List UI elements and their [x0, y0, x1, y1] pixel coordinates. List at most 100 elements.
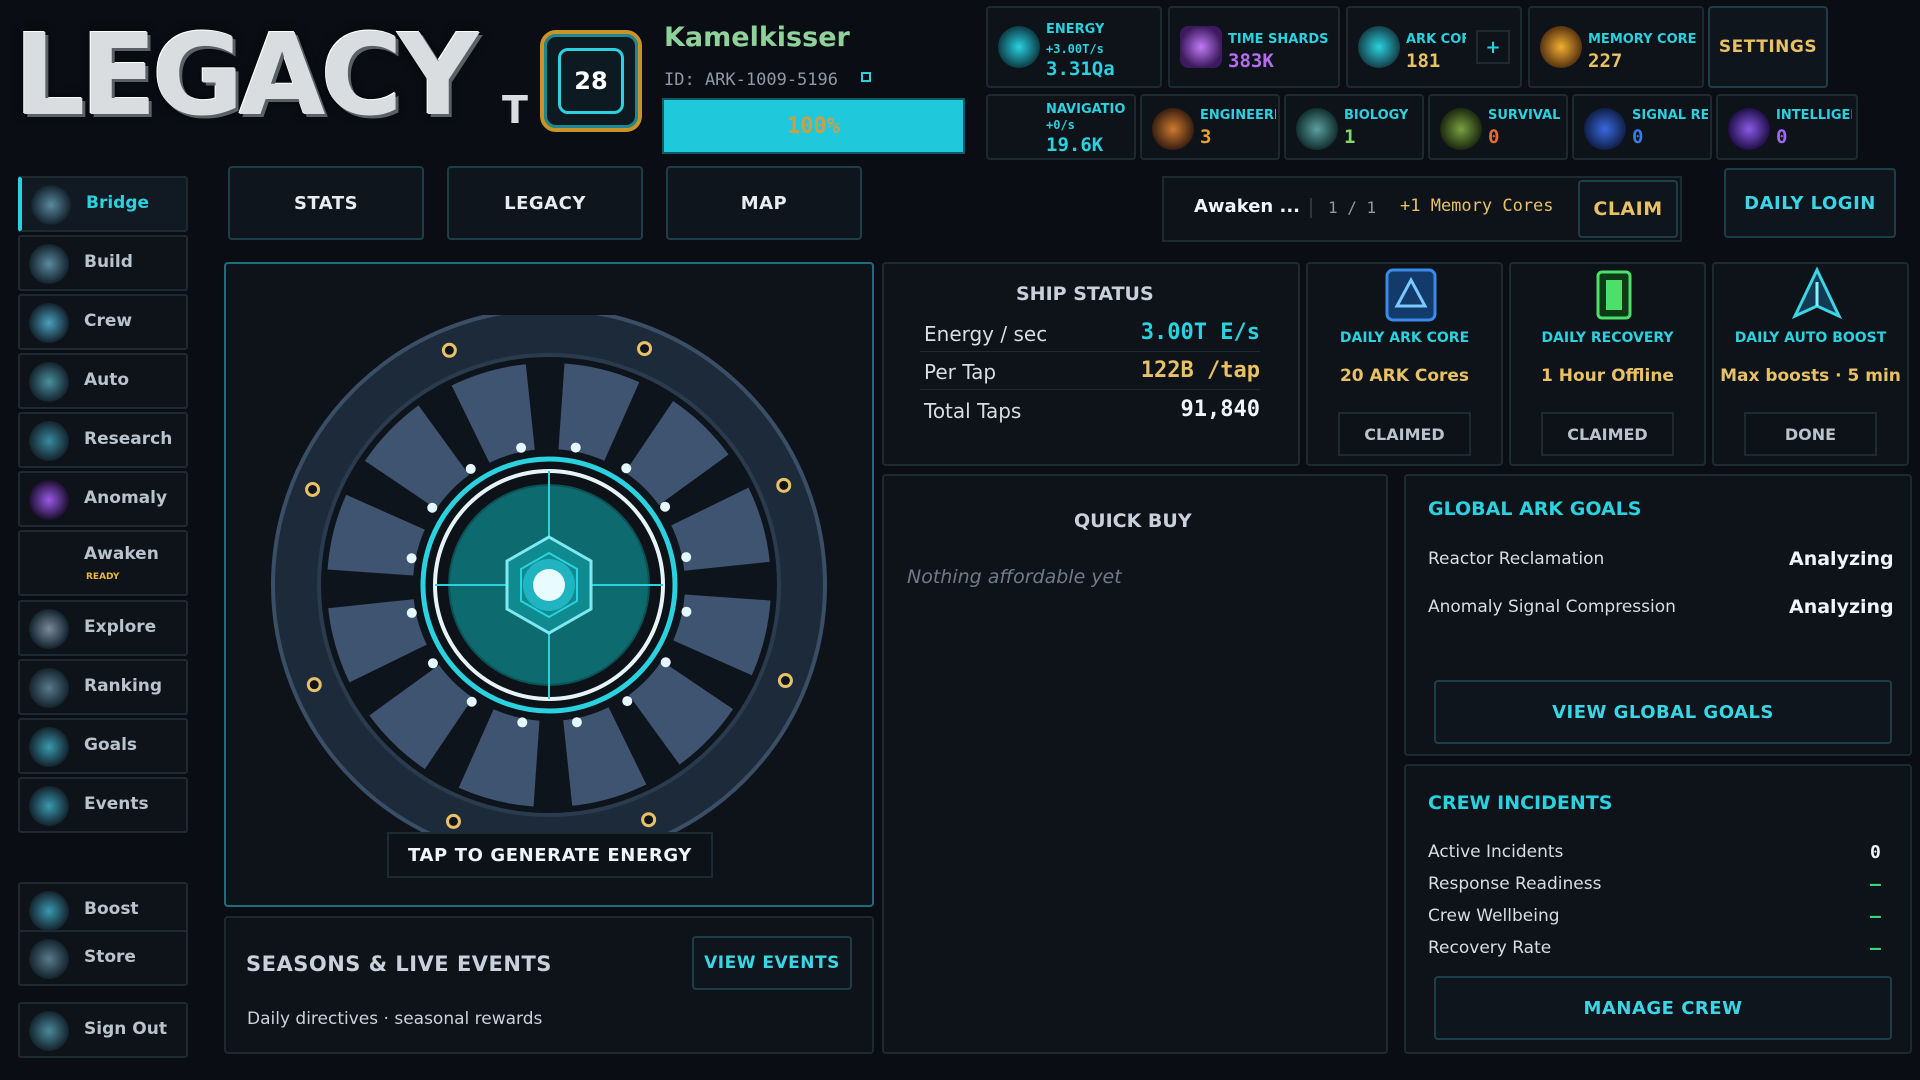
- copy-id-icon[interactable]: [861, 72, 871, 82]
- stat-row-energy: Energy / sec 3.00T E/s: [920, 318, 1260, 352]
- resource-engineering[interactable]: ENGINEERII 3: [1140, 94, 1280, 160]
- resource-signal[interactable]: SIGNAL REI 0: [1572, 94, 1712, 160]
- sidebar-item-store[interactable]: Store: [18, 930, 188, 986]
- done-button[interactable]: DONE: [1744, 412, 1877, 456]
- incident-value: –: [1870, 906, 1881, 927]
- tab-stats[interactable]: STATS: [228, 166, 424, 240]
- compass-icon: [998, 108, 1040, 150]
- goals-icon: [29, 727, 69, 767]
- manage-crew-button[interactable]: MANAGE CREW: [1434, 976, 1892, 1040]
- daily-login-button[interactable]: DAILY LOGIN: [1724, 168, 1896, 238]
- goal-status: Analyzing: [1789, 596, 1894, 618]
- logo-suffix: T: [502, 88, 528, 132]
- resource-value: 181: [1406, 50, 1441, 72]
- resource-memory-core[interactable]: MEMORY CORE 227: [1528, 6, 1704, 88]
- reactor-node: [427, 502, 438, 513]
- reactor-node: [516, 442, 527, 453]
- sidebar-item-auto[interactable]: Auto: [18, 353, 188, 409]
- reactor-node: [660, 501, 671, 512]
- add-ark-cores-button[interactable]: +: [1476, 30, 1510, 64]
- reactor-node: [660, 657, 671, 668]
- sidebar-item-label: Awaken: [84, 544, 159, 564]
- stat-key: Energy / sec: [924, 322, 1048, 346]
- sidebar-item-bridge[interactable]: Bridge: [18, 176, 188, 232]
- resource-value: 1: [1344, 126, 1356, 148]
- goal-name: Reactor Reclamation: [1428, 549, 1605, 569]
- tab-map[interactable]: MAP: [666, 166, 862, 240]
- resource-energy[interactable]: ENERGY +3.00T/s 3.31Qa: [986, 6, 1162, 88]
- tab-legacy[interactable]: LEGACY: [447, 166, 643, 240]
- sidebar-item-crew[interactable]: Crew: [18, 294, 188, 350]
- resource-ark-cores[interactable]: ARK COF 181 +: [1346, 6, 1522, 88]
- sidebar: Bridge Build Crew Auto Research Anomaly …: [18, 176, 188, 1058]
- sign-out-icon: [29, 1011, 69, 1051]
- ark-core-icon: [1358, 26, 1400, 68]
- view-global-goals-button[interactable]: VIEW GLOBAL GOALS: [1434, 680, 1892, 744]
- quick-buy-panel: [882, 474, 1388, 1054]
- sidebar-item-label: Explore: [84, 617, 157, 637]
- resource-label: SIGNAL REI: [1632, 108, 1708, 123]
- claimed-button[interactable]: CLAIMED: [1541, 412, 1674, 456]
- reactor-rivet: [777, 673, 793, 689]
- daily-card-title: DAILY ARK CORE: [1339, 330, 1470, 346]
- resource-value: 0: [1776, 126, 1788, 148]
- settings-button[interactable]: SETTINGS: [1708, 6, 1828, 88]
- view-events-button[interactable]: VIEW EVENTS: [692, 936, 852, 990]
- claimed-button[interactable]: CLAIMED: [1338, 412, 1471, 456]
- resource-intelligence[interactable]: INTELLIGEN 0: [1716, 94, 1858, 160]
- sidebar-item-label: Sign Out: [84, 1019, 167, 1039]
- tap-to-generate-label[interactable]: TAP TO GENERATE ENERGY: [387, 832, 713, 878]
- auto-icon: [29, 362, 69, 402]
- intelligence-icon: [1728, 108, 1770, 150]
- sidebar-item-build[interactable]: Build: [18, 235, 188, 291]
- sidebar-item-explore[interactable]: Explore: [18, 600, 188, 656]
- stat-value: 3.00T E/s: [1140, 320, 1260, 345]
- reactor-node: [622, 696, 633, 707]
- stat-value: 122B /tap: [1140, 358, 1260, 383]
- sidebar-item-awaken[interactable]: Awaken READY: [18, 530, 188, 596]
- energy-reactor[interactable]: [269, 315, 829, 875]
- stat-row-per-tap: Per Tap 122B /tap: [920, 356, 1260, 390]
- resource-time-shards[interactable]: TIME SHARDS 383K: [1168, 6, 1340, 88]
- divider: [1310, 198, 1312, 218]
- claim-button[interactable]: CLAIM: [1578, 180, 1678, 238]
- sidebar-item-label: Boost: [84, 899, 139, 919]
- resource-rate: +3.00T/s: [1046, 42, 1104, 56]
- daily-card-title: DAILY AUTO BOOST: [1734, 330, 1887, 346]
- goal-name: Anomaly Signal Compression: [1428, 597, 1676, 617]
- awaken-icon: [29, 544, 69, 584]
- resource-survival[interactable]: SURVIVAL 0: [1428, 94, 1568, 160]
- resource-biology[interactable]: BIOLOGY 1: [1284, 94, 1424, 160]
- auto-boost-daily-icon: [1791, 266, 1843, 320]
- resource-value: 0: [1632, 126, 1644, 148]
- xp-progress-bar: 100%: [662, 98, 965, 154]
- crew-incidents-title: CREW INCIDENTS: [1428, 792, 1613, 814]
- stat-value: 91,840: [1180, 397, 1260, 422]
- engineering-icon: [1152, 108, 1194, 150]
- sidebar-item-events[interactable]: Events: [18, 777, 188, 833]
- resource-navigation[interactable]: NAVIGATIO +0/s 19.6K: [986, 94, 1136, 160]
- stat-row-total-taps: Total Taps 91,840: [920, 395, 1260, 429]
- sidebar-item-research[interactable]: Research: [18, 412, 188, 468]
- goal-status: Analyzing: [1789, 548, 1894, 570]
- reactor-node: [681, 552, 692, 563]
- events-icon: [29, 786, 69, 826]
- reactor-node: [465, 463, 476, 474]
- ranking-icon: [29, 668, 69, 708]
- resource-value: 227: [1588, 50, 1623, 72]
- resource-value: 383K: [1228, 50, 1274, 72]
- global-goals-title: GLOBAL ARK GOALS: [1428, 498, 1642, 520]
- level-badge[interactable]: 28: [540, 30, 642, 132]
- daily-card-title: DAILY RECOVERY: [1541, 330, 1674, 346]
- incident-value: –: [1870, 938, 1881, 959]
- sidebar-item-sign-out[interactable]: Sign Out: [18, 1002, 188, 1058]
- sidebar-item-goals[interactable]: Goals: [18, 718, 188, 774]
- sidebar-item-anomaly[interactable]: Anomaly: [18, 471, 188, 527]
- incident-key: Response Readiness: [1428, 874, 1602, 894]
- resource-label: INTELLIGEN: [1776, 108, 1852, 123]
- resource-rate: +0/s: [1046, 118, 1075, 132]
- sidebar-item-ranking[interactable]: Ranking: [18, 659, 188, 715]
- resource-label: NAVIGATIO: [1046, 102, 1126, 117]
- sidebar-item-label: Ranking: [84, 676, 163, 696]
- awaken-quest-count: 1 / 1: [1328, 198, 1377, 217]
